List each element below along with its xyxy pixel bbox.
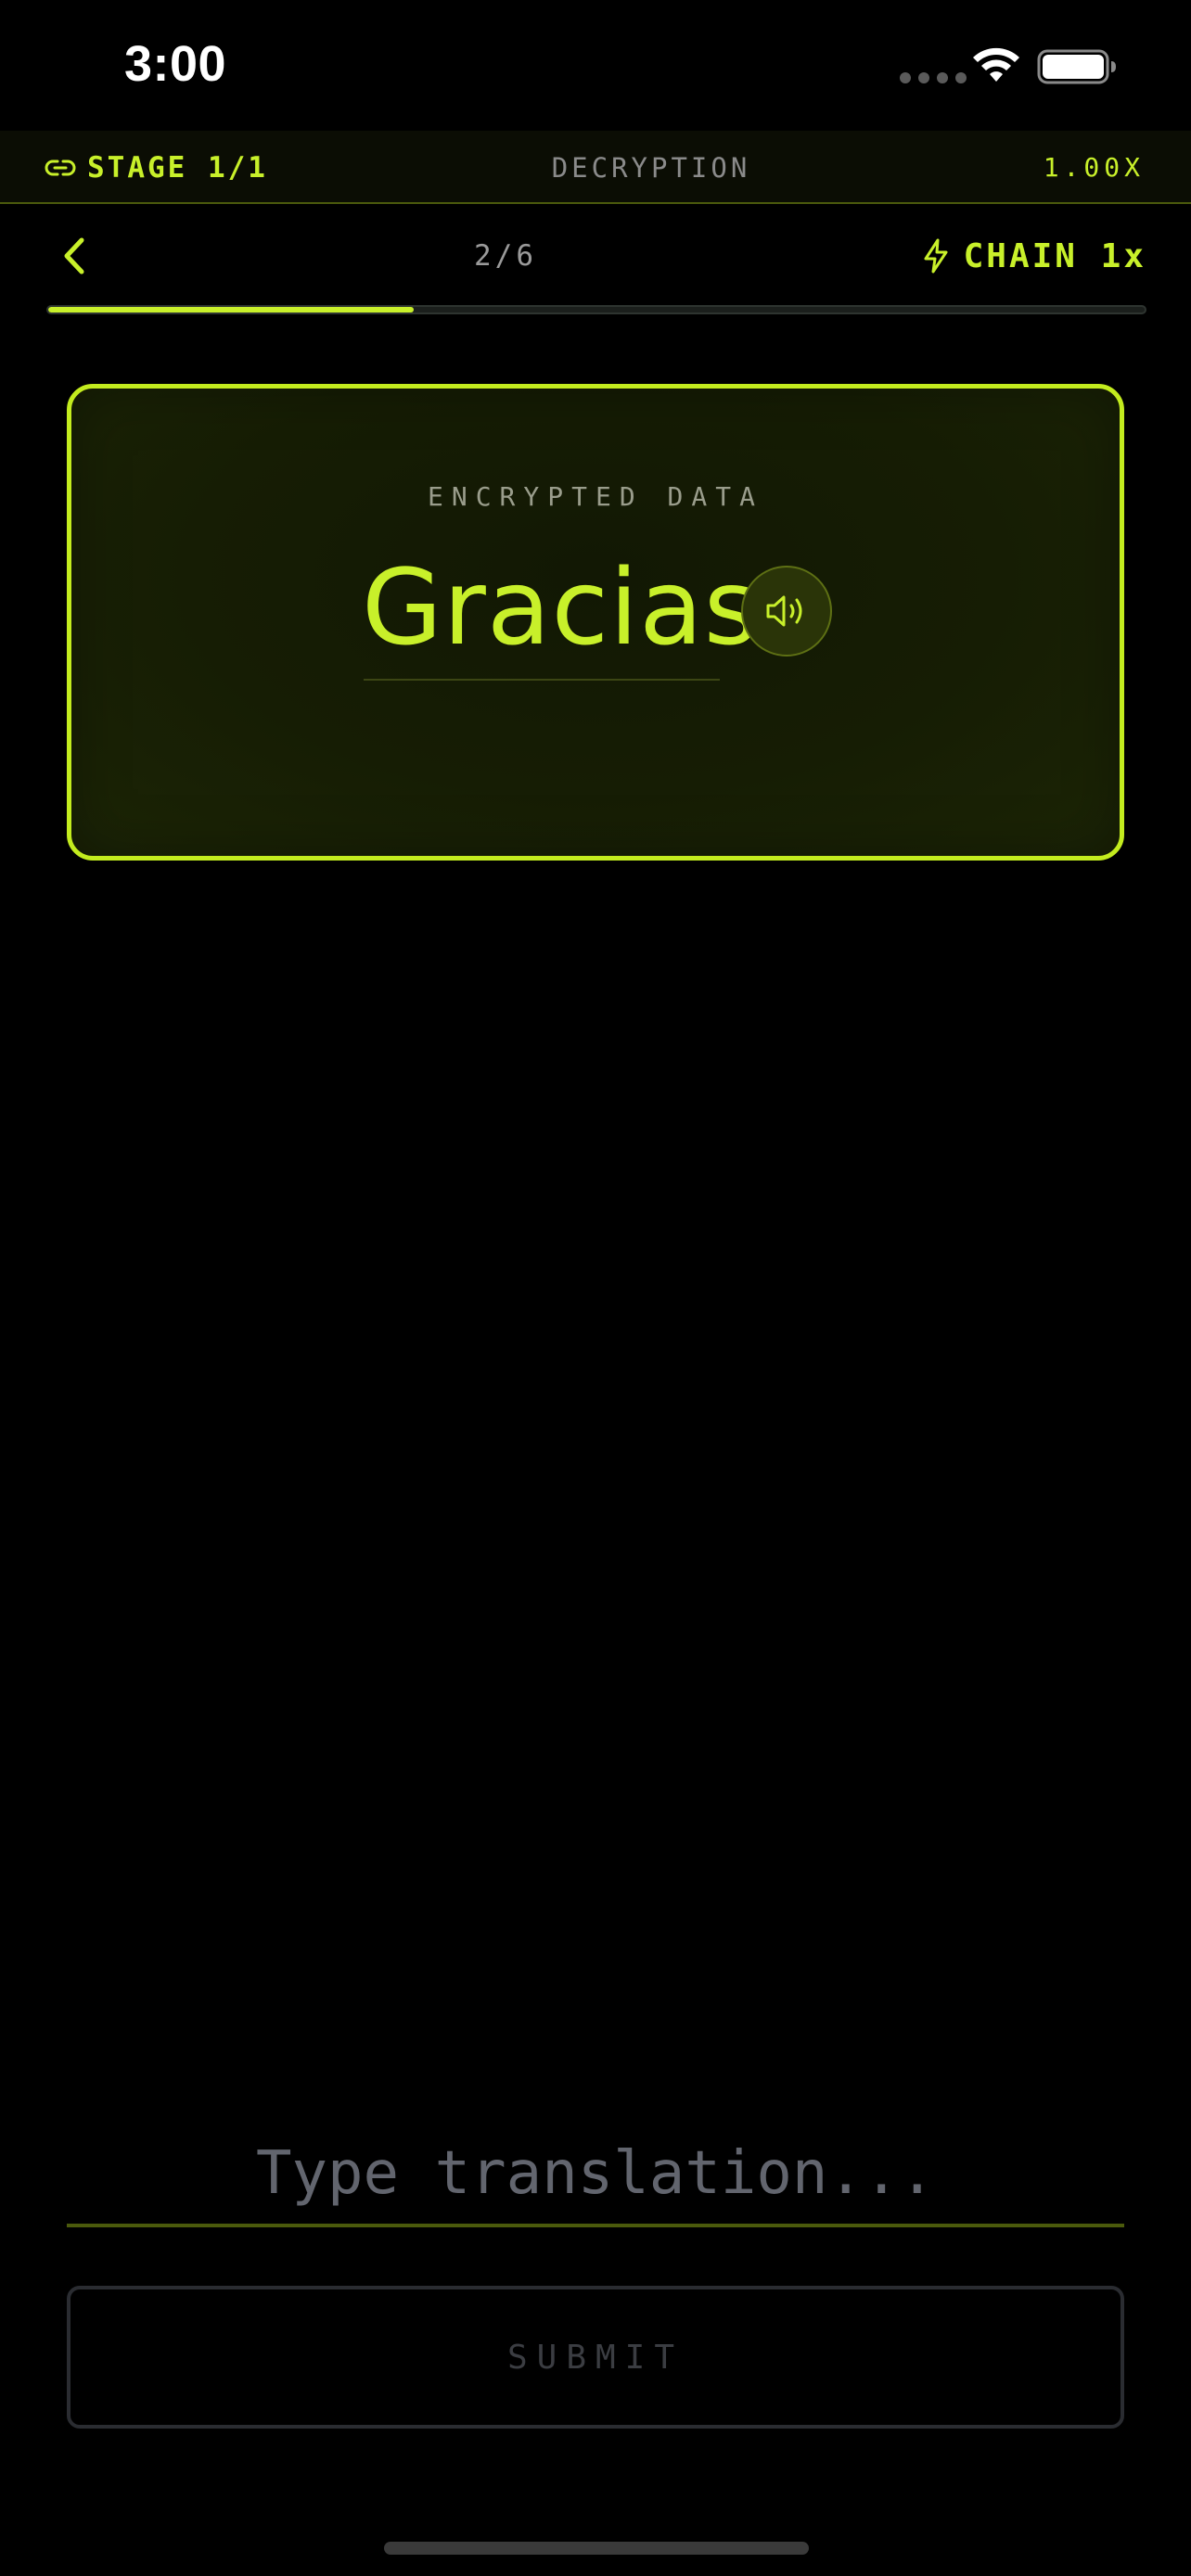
submit-button[interactable]: SUBMIT (67, 2286, 1124, 2429)
progress-bar (46, 305, 1146, 314)
encrypted-word-card: ENCRYPTED DATA Gracias (67, 384, 1124, 861)
mode-label: DECRYPTION (551, 151, 751, 184)
battery-icon (1037, 49, 1116, 84)
speaker-icon (766, 595, 802, 627)
play-audio-button[interactable] (741, 566, 832, 657)
translation-input[interactable] (67, 2123, 1124, 2227)
home-indicator (384, 2542, 809, 2555)
chain-label: CHAIN 1x (963, 236, 1146, 275)
cellular-signal-icon (900, 72, 967, 83)
wifi-icon (973, 47, 1019, 82)
encrypted-word: Gracias (362, 548, 760, 669)
stage-header: STAGE 1/1 DECRYPTION 1.00X (0, 131, 1191, 204)
multiplier-label: 1.00X (1043, 152, 1145, 183)
question-counter: 2/6 (474, 239, 537, 273)
status-time: 3:00 (124, 36, 227, 92)
lightning-icon (924, 238, 948, 274)
word-underline (364, 679, 720, 681)
card-label: ENCRYPTED DATA (427, 481, 763, 512)
chain-indicator: CHAIN 1x (921, 232, 1146, 280)
progress-fill (48, 307, 414, 312)
